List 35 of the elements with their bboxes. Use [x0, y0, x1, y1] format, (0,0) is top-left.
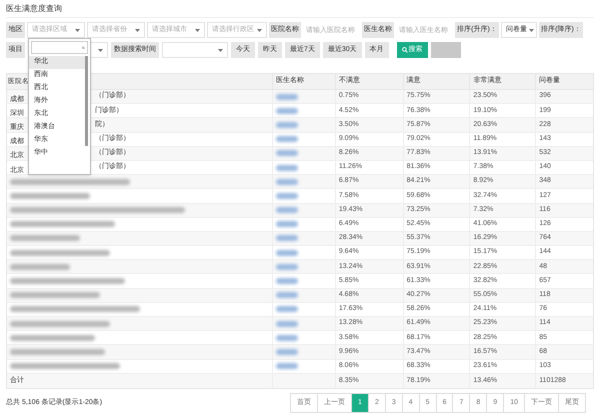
page-title: 医生满意度查询 — [6, 3, 63, 15]
caret-icon — [98, 48, 103, 52]
redacted-text — [276, 306, 298, 312]
redacted-text — [276, 320, 298, 327]
search-field[interactable] — [31, 41, 88, 54]
redacted-text — [276, 108, 298, 114]
redacted-text — [276, 348, 298, 355]
redacted-text — [276, 334, 298, 341]
caret-icon — [75, 28, 80, 32]
redacted-text — [276, 221, 298, 228]
redacted-text — [276, 122, 298, 128]
caret-icon — [529, 28, 534, 32]
redacted-text — [276, 207, 298, 214]
search-icon — [402, 47, 408, 53]
redacted-text — [10, 235, 80, 242]
search-icon — [82, 44, 85, 50]
redacted-text — [276, 164, 298, 171]
caret-icon — [195, 28, 200, 32]
redacted-text — [10, 264, 70, 270]
redacted-text — [276, 178, 298, 185]
redacted-text — [276, 150, 298, 156]
redacted-text — [276, 292, 298, 298]
select-field[interactable] — [162, 42, 228, 58]
redacted-text — [276, 250, 298, 256]
redacted-text — [276, 136, 298, 142]
caret-icon — [218, 48, 223, 52]
redacted-text — [276, 94, 298, 100]
redacted-text — [276, 264, 298, 270]
redacted-text — [276, 363, 298, 370]
redacted-text — [276, 235, 298, 242]
caret-icon — [257, 28, 262, 32]
caret-icon — [135, 28, 140, 32]
redacted-text — [276, 278, 298, 284]
redacted-text — [276, 192, 298, 199]
scrollbar[interactable] — [85, 56, 88, 146]
